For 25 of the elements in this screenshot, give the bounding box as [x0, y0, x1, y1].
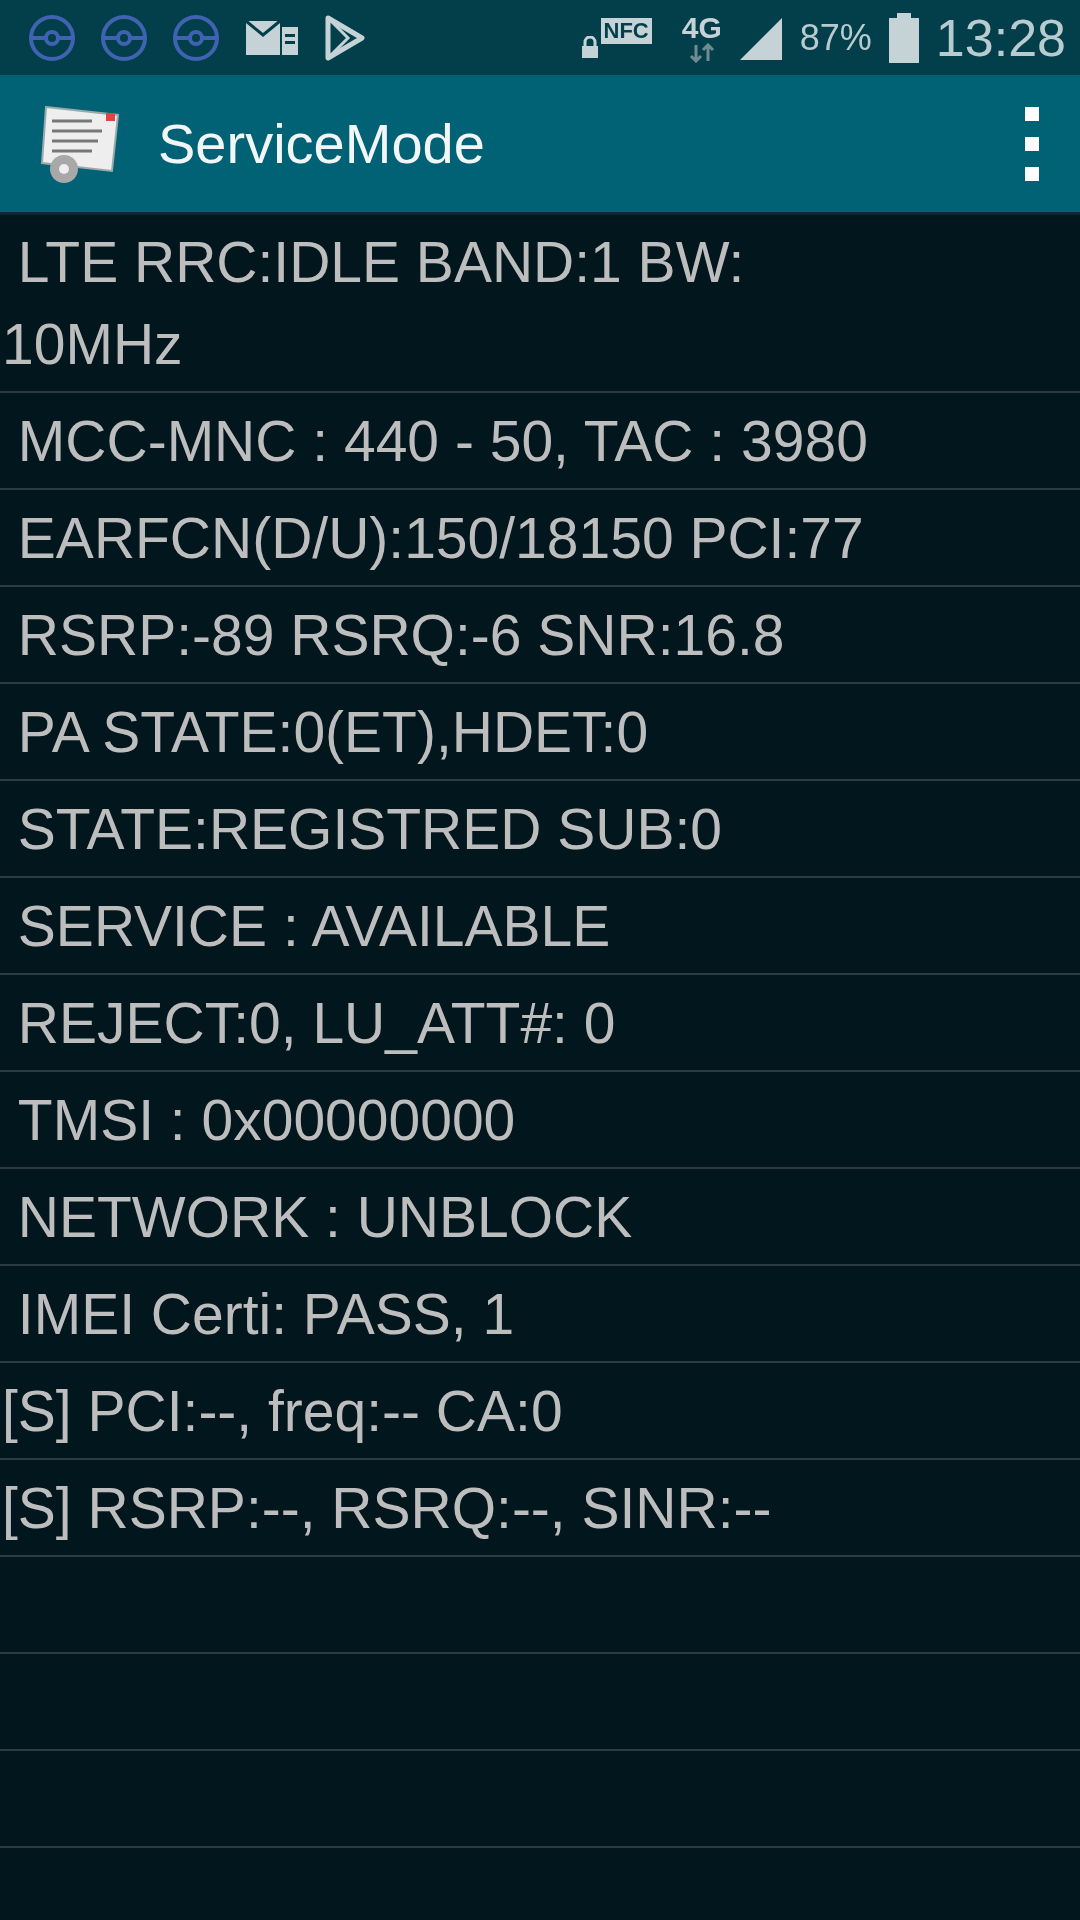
info-text: LTE RRC:IDLE BAND:1 BW: 10MHz [2, 229, 745, 378]
info-text: REJECT:0, LU_ATT#: 0 [16, 989, 616, 1057]
nfc-label: NFC [600, 17, 652, 44]
info-text: [S] PCI:--, freq:-- CA:0 [2, 1377, 563, 1445]
lock-icon [580, 35, 599, 58]
info-text: STATE:REGISTRED SUB:0 [16, 795, 723, 863]
pokeball-icon [28, 13, 76, 62]
app-title: ServiceMode [158, 110, 485, 177]
battery-percent: 87% [799, 15, 872, 60]
info-text: PA STATE:0(ET),HDET:0 [16, 698, 649, 766]
network-type: 4G [681, 12, 722, 43]
battery-icon [887, 12, 920, 63]
pokeball-icon [100, 13, 148, 62]
info-text: MCC-MNC : 440 - 50, TAC : 3980 [16, 407, 868, 475]
info-text: SERVICE : AVAILABLE [16, 892, 611, 960]
clock: 13:28 [935, 7, 1066, 69]
info-text: RSRP:-89 RSRQ:-6 SNR:16.8 [16, 601, 785, 669]
info-text: [S] RSRP:--, RSRQ:--, SINR:-- [2, 1474, 772, 1542]
overflow-menu-icon[interactable] [1024, 106, 1040, 181]
info-text: EARFCN(D/U):150/18150 PCI:77 [16, 504, 864, 572]
play-store-icon [324, 13, 366, 62]
info-text: IMEI Certi: PASS, 1 [16, 1280, 515, 1348]
info-text: NETWORK : UNBLOCK [16, 1183, 633, 1251]
pokeball-icon [172, 13, 220, 62]
info-text: TMSI : 0x00000000 [16, 1086, 516, 1154]
